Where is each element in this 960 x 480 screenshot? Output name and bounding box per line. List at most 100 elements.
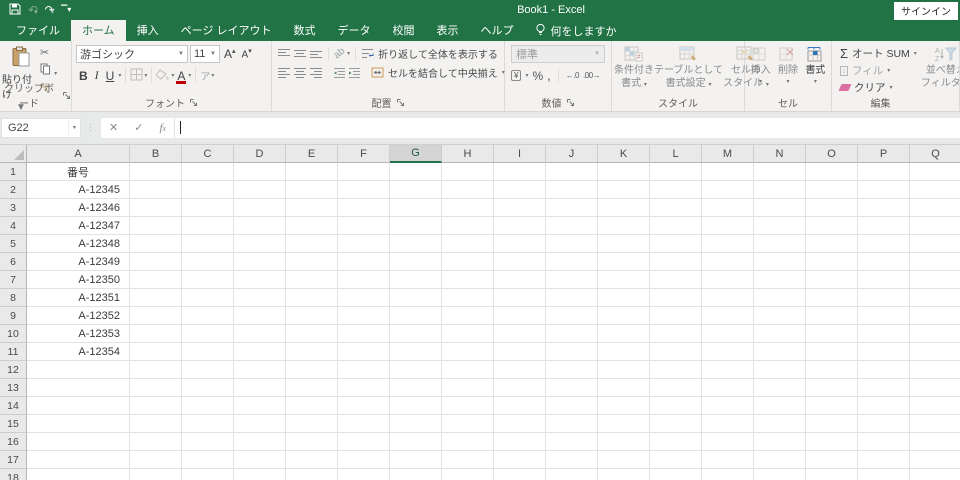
cell-A14[interactable] xyxy=(27,397,130,415)
save-icon[interactable] xyxy=(9,3,21,17)
cell-D6[interactable] xyxy=(234,253,286,271)
cell-K3[interactable] xyxy=(598,199,650,217)
row-header-5[interactable]: 5 xyxy=(0,235,27,253)
row-header-9[interactable]: 9 xyxy=(0,307,27,325)
column-header-B[interactable]: B xyxy=(130,145,182,163)
cell-H13[interactable] xyxy=(442,379,494,397)
cell-B4[interactable] xyxy=(130,217,182,235)
grow-font-button[interactable]: A▴ xyxy=(222,47,238,61)
cell-I1[interactable] xyxy=(494,163,546,181)
cell-B17[interactable] xyxy=(130,451,182,469)
cell-F7[interactable] xyxy=(338,271,390,289)
cell-B6[interactable] xyxy=(130,253,182,271)
merge-center-button[interactable]: セルを結合して中央揃え ▾ xyxy=(371,65,505,80)
cell-L17[interactable] xyxy=(650,451,702,469)
cell-P1[interactable] xyxy=(858,163,910,181)
cell-J9[interactable] xyxy=(546,307,598,325)
cell-N2[interactable] xyxy=(754,181,806,199)
row-header-13[interactable]: 13 xyxy=(0,379,27,397)
cell-B12[interactable] xyxy=(130,361,182,379)
cell-B1[interactable] xyxy=(130,163,182,181)
row-header-16[interactable]: 16 xyxy=(0,433,27,451)
cell-E1[interactable] xyxy=(286,163,338,181)
cell-N3[interactable] xyxy=(754,199,806,217)
cell-L1[interactable] xyxy=(650,163,702,181)
tab-page-layout[interactable]: ページ レイアウト xyxy=(170,20,283,41)
cell-K7[interactable] xyxy=(598,271,650,289)
cell-D7[interactable] xyxy=(234,271,286,289)
tell-me-box[interactable]: 何をしますか xyxy=(525,20,627,41)
cell-G6[interactable] xyxy=(390,253,442,271)
fill-color-icon[interactable] xyxy=(155,68,170,83)
cancel-formula-icon[interactable]: ✕ xyxy=(101,119,126,136)
row-header-2[interactable]: 2 xyxy=(0,181,27,199)
cell-B16[interactable] xyxy=(130,433,182,451)
cell-M10[interactable] xyxy=(702,325,754,343)
cell-H18[interactable] xyxy=(442,469,494,480)
increase-indent-icon[interactable] xyxy=(348,67,361,78)
cell-C14[interactable] xyxy=(182,397,234,415)
row-header-15[interactable]: 15 xyxy=(0,415,27,433)
cell-F11[interactable] xyxy=(338,343,390,361)
cell-H8[interactable] xyxy=(442,289,494,307)
cell-H3[interactable] xyxy=(442,199,494,217)
tab-view[interactable]: 表示 xyxy=(426,20,470,41)
cell-J15[interactable] xyxy=(546,415,598,433)
cell-I4[interactable] xyxy=(494,217,546,235)
cell-G10[interactable] xyxy=(390,325,442,343)
cell-L3[interactable] xyxy=(650,199,702,217)
cell-J6[interactable] xyxy=(546,253,598,271)
cell-E3[interactable] xyxy=(286,199,338,217)
number-format-select[interactable]: 標準 ▼ xyxy=(511,45,605,63)
cell-C17[interactable] xyxy=(182,451,234,469)
cell-K4[interactable] xyxy=(598,217,650,235)
cell-O15[interactable] xyxy=(806,415,858,433)
cell-F1[interactable] xyxy=(338,163,390,181)
cell-E10[interactable] xyxy=(286,325,338,343)
cell-A10[interactable]: A-12353 xyxy=(27,325,130,343)
cell-P18[interactable] xyxy=(858,469,910,480)
cell-A7[interactable]: A-12350 xyxy=(27,271,130,289)
format-cells-button[interactable]: 書式 ▾ xyxy=(802,44,829,97)
cell-D5[interactable] xyxy=(234,235,286,253)
cell-M11[interactable] xyxy=(702,343,754,361)
cell-E6[interactable] xyxy=(286,253,338,271)
cell-C4[interactable] xyxy=(182,217,234,235)
cell-F4[interactable] xyxy=(338,217,390,235)
cell-H16[interactable] xyxy=(442,433,494,451)
delete-cells-button[interactable]: 削除 ▾ xyxy=(774,44,801,97)
cell-N12[interactable] xyxy=(754,361,806,379)
row-header-12[interactable]: 12 xyxy=(0,361,27,379)
column-header-L[interactable]: L xyxy=(650,145,702,163)
cell-Q8[interactable] xyxy=(910,289,960,307)
tab-data[interactable]: データ xyxy=(327,20,382,41)
cell-P4[interactable] xyxy=(858,217,910,235)
clipboard-dialog-launcher-icon[interactable] xyxy=(62,91,71,100)
align-center-icon[interactable] xyxy=(293,67,307,78)
cell-I3[interactable] xyxy=(494,199,546,217)
cell-Q1[interactable] xyxy=(910,163,960,181)
column-header-M[interactable]: M xyxy=(702,145,754,163)
cell-N5[interactable] xyxy=(754,235,806,253)
cell-H4[interactable] xyxy=(442,217,494,235)
cell-B8[interactable] xyxy=(130,289,182,307)
cell-Q16[interactable] xyxy=(910,433,960,451)
cell-N14[interactable] xyxy=(754,397,806,415)
align-left-icon[interactable] xyxy=(277,67,291,78)
name-box-dropdown-icon[interactable]: ▾ xyxy=(67,120,80,135)
cell-Q13[interactable] xyxy=(910,379,960,397)
align-bottom-icon[interactable] xyxy=(309,48,323,59)
cell-I10[interactable] xyxy=(494,325,546,343)
insert-function-icon[interactable]: fx xyxy=(151,120,174,136)
font-color-button[interactable]: A xyxy=(175,69,187,84)
cell-M13[interactable] xyxy=(702,379,754,397)
cell-E16[interactable] xyxy=(286,433,338,451)
cell-Q10[interactable] xyxy=(910,325,960,343)
tab-home[interactable]: ホーム xyxy=(71,20,126,41)
cell-N4[interactable] xyxy=(754,217,806,235)
cell-M17[interactable] xyxy=(702,451,754,469)
cell-M4[interactable] xyxy=(702,217,754,235)
cell-Q11[interactable] xyxy=(910,343,960,361)
cell-F15[interactable] xyxy=(338,415,390,433)
cell-J8[interactable] xyxy=(546,289,598,307)
